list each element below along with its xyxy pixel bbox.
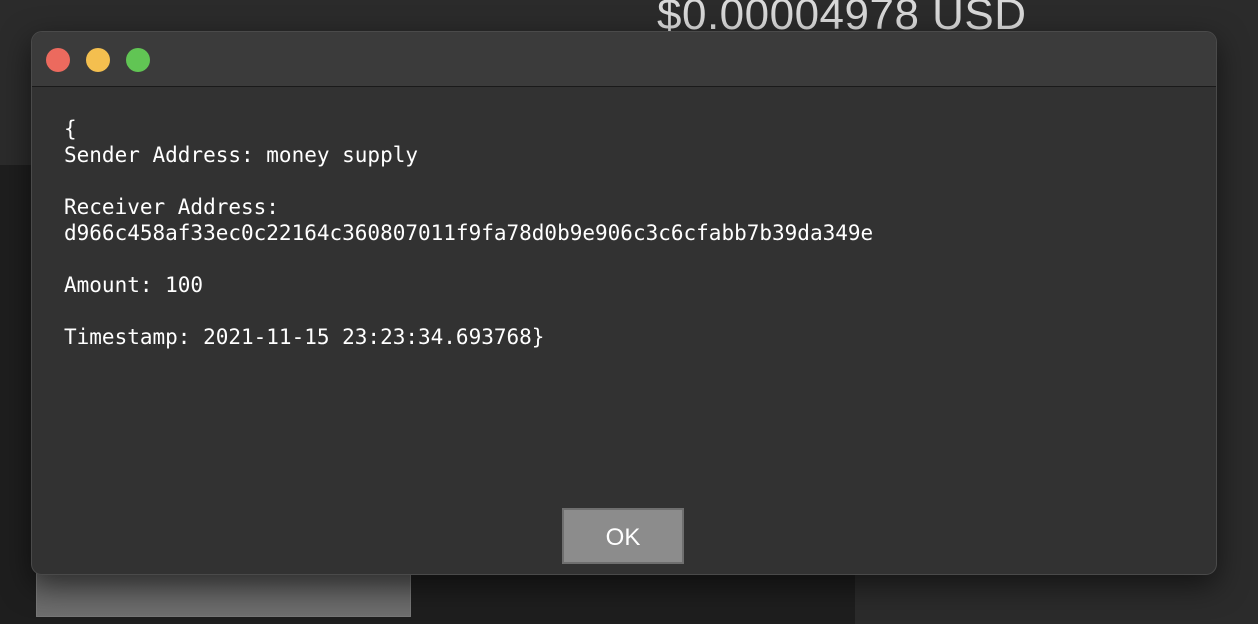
message-line: Timestamp: 2021-11-15 23:23:34.693768}	[64, 325, 545, 349]
dialog-titlebar[interactable]	[32, 32, 1216, 87]
message-line: Receiver Address:	[64, 195, 279, 219]
message-line: {	[64, 117, 77, 141]
message-line: d966c458af33ec0c22164c360807011f9fa78d0b…	[64, 221, 874, 245]
message-line: Sender Address: money supply	[64, 143, 419, 167]
transaction-details: { Sender Address: money supply Receiver …	[64, 116, 873, 350]
ok-button[interactable]: OK	[562, 508, 684, 564]
message-dialog: { Sender Address: money supply Receiver …	[31, 31, 1217, 575]
message-line: Amount: 100	[64, 273, 204, 297]
zoom-window-button[interactable]	[126, 48, 150, 72]
minimize-window-button[interactable]	[86, 48, 110, 72]
close-window-button[interactable]	[46, 48, 70, 72]
